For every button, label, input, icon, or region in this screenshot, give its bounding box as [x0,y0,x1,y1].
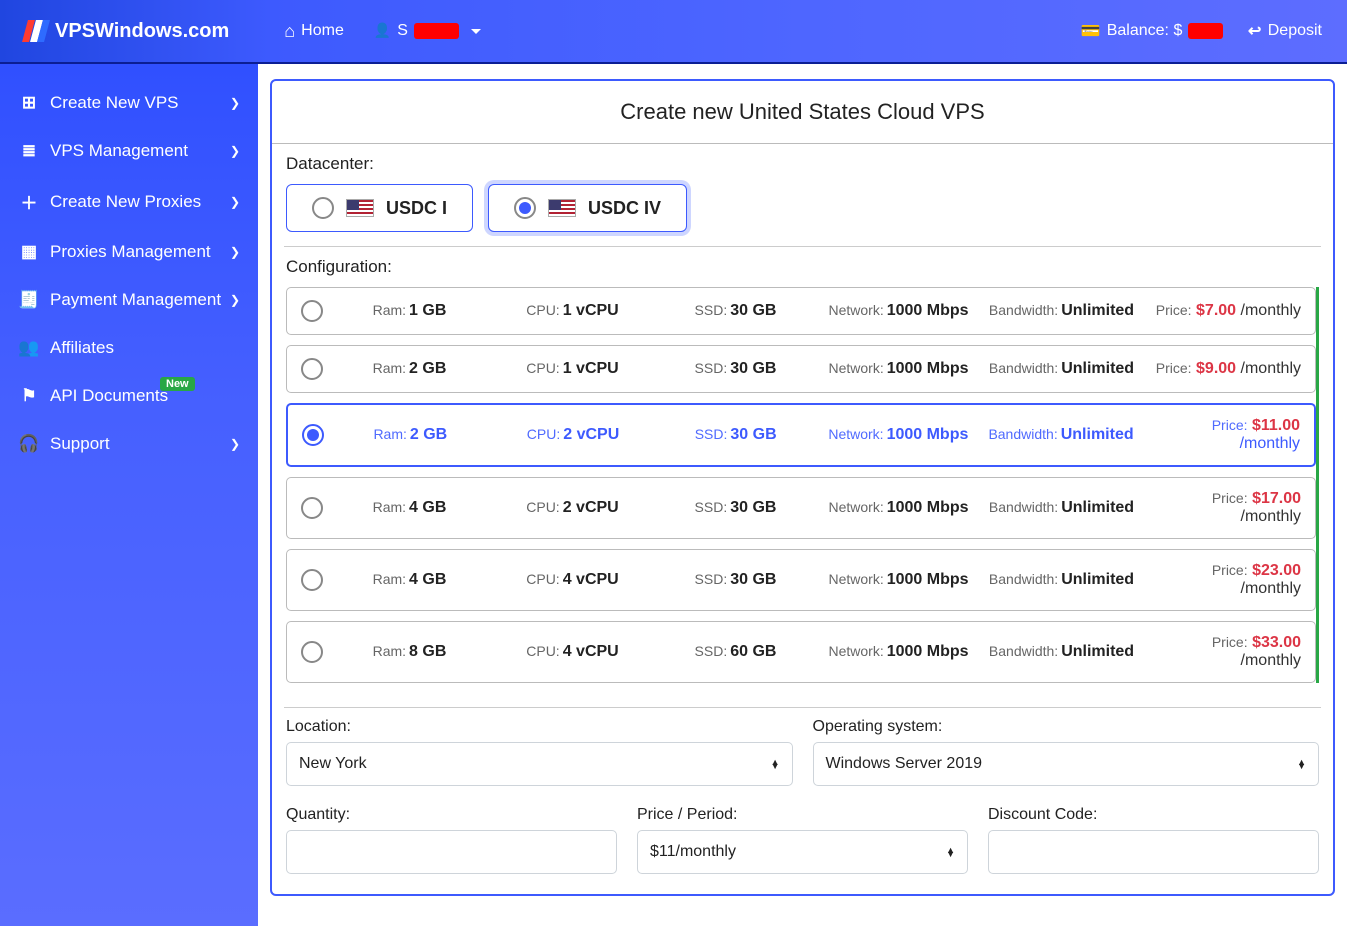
nav-home[interactable]: Home [269,21,359,42]
datacenter-option-usdc-i[interactable]: USDC I [286,184,473,232]
sidebar-item-payment-management[interactable]: 🧾 Payment Management ❯ [0,276,258,324]
config-option[interactable]: Ram:4 GBCPU:2 vCPUSSD:30 GBNetwork:1000 … [286,477,1316,539]
chevron-right-icon: ❯ [230,437,240,451]
config-option[interactable]: Ram:8 GBCPU:4 vCPUSSD:60 GBNetwork:1000 … [286,621,1316,683]
radio-icon [301,300,323,322]
quantity-input[interactable] [286,830,617,874]
sidebar-icon: ＋ [18,189,40,214]
sidebar-item-create-new-vps[interactable]: ⊞ Create New VPS ❯ [0,79,258,127]
price-period-select[interactable]: $11/monthly [637,830,968,874]
brand[interactable]: VPSWindows.com [25,20,229,43]
configuration-label: Configuration: [286,257,1319,277]
sidebar-item-label: Create New Proxies [50,192,201,212]
chevron-right-icon: ❯ [230,195,240,209]
nav-balance[interactable]: Balance: $ [1081,21,1224,41]
sidebar-icon: 👥 [18,338,40,358]
create-vps-card: Create new United States Cloud VPS Datac… [270,79,1335,896]
sidebar-item-label: Affiliates [50,338,114,358]
sidebar-icon: ▦ [18,242,40,262]
location-select[interactable]: New York [286,742,793,786]
sidebar-item-label: Create New VPS [50,93,179,113]
datacenter-label: Datacenter: [286,154,1319,174]
sidebar-item-label: Support [50,434,110,454]
config-option[interactable]: Ram:4 GBCPU:4 vCPUSSD:30 GBNetwork:1000 … [286,549,1316,611]
discount-label: Discount Code: [988,806,1319,824]
os-label: Operating system: [813,718,1320,736]
sidebar-item-label: API Documents [50,386,168,406]
username-redacted: S [397,22,408,40]
price-period-label: Price / Period: [637,806,968,824]
quantity-label: Quantity: [286,806,617,824]
config-option[interactable]: Ram:1 GBCPU:1 vCPUSSD:30 GBNetwork:1000 … [286,287,1316,335]
radio-icon [301,358,323,380]
us-flag-icon [346,199,374,217]
radio-icon [312,197,334,219]
nav-deposit[interactable]: Deposit [1248,21,1322,41]
config-option[interactable]: Ram:2 GBCPU:2 vCPUSSD:30 GBNetwork:1000 … [286,403,1316,467]
sidebar: ⊞ Create New VPS ❯ ≣ VPS Management ❯ ＋ Create … [0,64,258,926]
discount-input[interactable] [988,830,1319,874]
sidebar-icon: ⊞ [18,93,40,113]
redaction [414,23,459,39]
sidebar-item-proxies-management[interactable]: ▦ Proxies Management ❯ [0,228,258,276]
user-icon [374,22,391,40]
select-caret-icon [771,760,780,769]
deposit-icon [1248,21,1261,41]
sidebar-item-label: Proxies Management [50,242,211,262]
logo-icon [25,20,47,42]
sidebar-item-create-new-proxies[interactable]: ＋ Create New Proxies ❯ [0,175,258,228]
us-flag-icon [548,199,576,217]
datacenter-name: USDC IV [588,198,661,219]
sidebar-icon: 🧾 [18,290,40,310]
sidebar-item-affiliates[interactable]: 👥 Affiliates [0,324,258,372]
content: Create new United States Cloud VPS Datac… [258,64,1347,926]
radio-icon [302,424,324,446]
sidebar-icon: ≣ [18,141,40,161]
sidebar-item-label: Payment Management [50,290,221,310]
redaction [1188,23,1223,39]
nav-user-menu[interactable]: S [359,22,496,40]
radio-icon [301,641,323,663]
sidebar-item-label: VPS Management [50,141,188,161]
chevron-right-icon: ❯ [230,144,240,158]
datacenter-name: USDC I [386,198,447,219]
chevron-right-icon: ❯ [230,245,240,259]
location-label: Location: [286,718,793,736]
select-caret-icon [946,848,955,857]
credit-card-icon [1081,21,1101,41]
sidebar-item-api-documents[interactable]: ⚑ API DocumentsNew [0,372,258,420]
chevron-right-icon: ❯ [230,293,240,307]
chevron-right-icon: ❯ [230,96,240,110]
sidebar-item-vps-management[interactable]: ≣ VPS Management ❯ [0,127,258,175]
radio-icon [514,197,536,219]
caret-down-icon [471,29,481,34]
sidebar-item-support[interactable]: 🎧 Support ❯ [0,420,258,468]
select-caret-icon [1297,760,1306,769]
radio-icon [301,497,323,519]
config-option[interactable]: Ram:2 GBCPU:1 vCPUSSD:30 GBNetwork:1000 … [286,345,1316,393]
home-icon [284,21,295,42]
os-select[interactable]: Windows Server 2019 [813,742,1320,786]
new-badge: New [160,377,195,391]
page-title: Create new United States Cloud VPS [272,81,1333,144]
brand-text: VPSWindows.com [55,20,229,43]
sidebar-icon: ⚑ [18,386,40,406]
datacenter-option-usdc-iv[interactable]: USDC IV [488,184,687,232]
sidebar-icon: 🎧 [18,434,40,454]
radio-icon [301,569,323,591]
top-navbar: VPSWindows.com Home S Balance: $ Deposit [0,0,1347,64]
